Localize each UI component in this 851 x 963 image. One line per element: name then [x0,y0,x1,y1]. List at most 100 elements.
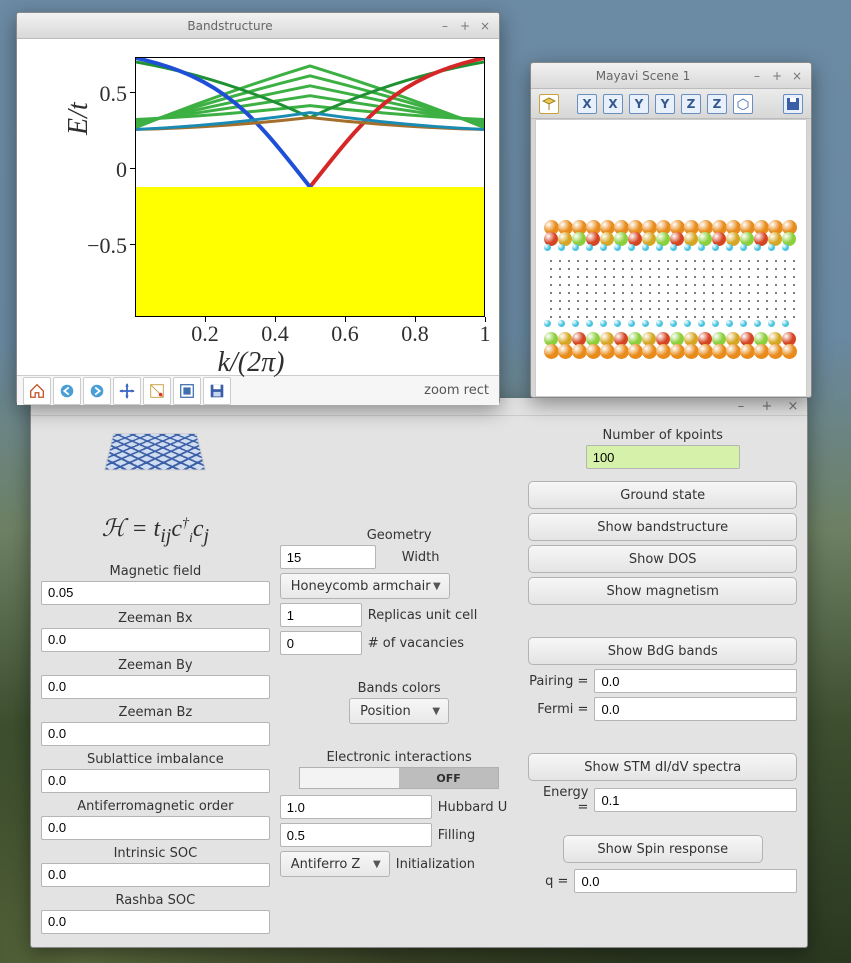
fermi-input[interactable] [594,697,797,721]
initialization-combo[interactable]: Antiferro Z ▼ [280,851,390,877]
atom [656,244,663,251]
field-dot [757,276,759,278]
field-dot [595,268,597,270]
close-icon[interactable]: × [477,19,493,33]
ground-state-button[interactable]: Ground state [528,481,797,509]
zoom-icon[interactable] [143,377,171,405]
field-dot [631,308,633,310]
filling-input[interactable] [280,823,432,847]
q-input[interactable] [574,869,797,893]
control-panel-window: – + × ℋ = tijc†icj Magnetic field Zeeman… [30,398,808,948]
show-stm-button[interactable]: Show STM dI/dV spectra [528,753,797,781]
atom [642,344,657,359]
xlabel: k/(2π) [17,347,485,379]
rashba-input[interactable] [41,910,270,934]
close-icon[interactable]: × [789,69,805,83]
zeeman-bx-input[interactable] [41,628,270,652]
view-x-plus-icon[interactable]: X [577,94,597,114]
isoc-input[interactable] [41,863,270,887]
bandstructure-titlebar[interactable]: Bandstructure – + × [17,13,499,39]
vacancies-input[interactable] [280,631,362,655]
zeeman-by-input[interactable] [41,675,270,699]
atom [544,344,559,359]
maximize-icon[interactable]: + [457,19,473,33]
show-spin-button[interactable]: Show Spin response [563,835,763,863]
magnetic-field-input[interactable] [41,581,270,605]
home-icon[interactable] [23,377,51,405]
kpoints-input[interactable] [586,445,740,469]
field-dot [631,316,633,318]
hubbard-input[interactable] [280,795,432,819]
field-dot [586,292,588,294]
panel-col1: ℋ = tijc†icj Magnetic field Zeeman Bx Ze… [41,422,270,934]
forward-icon[interactable] [83,377,111,405]
view-y-plus-icon[interactable]: Y [629,94,649,114]
atom [754,244,761,251]
back-icon[interactable] [53,377,81,405]
panel-col3: Number of kpoints Ground state Show band… [528,422,797,934]
show-bandstructure-button[interactable]: Show bandstructure [528,513,797,541]
replicas-input[interactable] [280,603,362,627]
mayavi-titlebar[interactable]: Mayavi Scene 1 – + × [531,63,811,89]
field-dot [703,260,705,262]
subplots-icon[interactable] [173,377,201,405]
bands-colors-combo[interactable]: Position ▼ [349,698,449,724]
view-y-minus-icon[interactable]: Y [655,94,675,114]
view-x-minus-icon[interactable]: X [603,94,623,114]
field-dot [748,316,750,318]
atom [670,244,677,251]
field-dot [550,260,552,262]
field-dot [622,276,624,278]
field-dot [550,308,552,310]
show-bdg-button[interactable]: Show BdG bands [528,637,797,665]
field-dot [649,284,651,286]
show-magnetism-button[interactable]: Show magnetism [528,577,797,605]
atom [600,244,607,251]
field-dot [550,300,552,302]
mayavi-3d-scene[interactable] [535,119,807,397]
field-dot [730,300,732,302]
hubbard-label: Hubbard U [438,800,508,815]
field-dot [757,292,759,294]
field-dot [559,268,561,270]
energy-input[interactable] [594,788,797,812]
field-dot [793,260,795,262]
afm-input[interactable] [41,816,270,840]
field-dot [559,292,561,294]
close-icon[interactable]: × [785,399,801,414]
atom [698,344,713,359]
minimize-icon[interactable]: – [437,19,453,33]
save-scene-icon[interactable] [783,94,803,114]
view-z-minus-icon[interactable]: Z [707,94,727,114]
pairing-input[interactable] [594,669,797,693]
field-dot [613,292,615,294]
field-dot [694,276,696,278]
maximize-icon[interactable]: + [759,399,775,414]
show-dos-button[interactable]: Show DOS [528,545,797,573]
field-dot [766,260,768,262]
field-dot [649,292,651,294]
field-dot [766,284,768,286]
atom [572,244,579,251]
field-dot [784,260,786,262]
zeeman-bz-input[interactable] [41,722,270,746]
minimize-icon[interactable]: – [749,69,765,83]
bandstructure-plot[interactable]: 0.5 0 −0.5 0.2 0.4 0.6 0.8 1 E/t k/(2π) [17,39,499,375]
view-iso-icon[interactable] [539,94,559,114]
sublattice-input[interactable] [41,769,270,793]
pan-icon[interactable] [113,377,141,405]
lattice-combo[interactable]: Honeycomb armchair ▼ [280,573,450,599]
eint-toggle[interactable]: OFF [299,767,499,789]
field-dot [793,308,795,310]
width-input[interactable] [280,545,376,569]
field-dot [703,284,705,286]
field-dot [613,308,615,310]
field-dot [784,308,786,310]
wireframe-icon[interactable] [733,94,753,114]
minimize-icon[interactable]: – [733,399,749,414]
field-dot [757,300,759,302]
save-icon[interactable] [203,377,231,405]
plot-axes[interactable] [135,57,485,317]
view-z-plus-icon[interactable]: Z [681,94,701,114]
maximize-icon[interactable]: + [769,69,785,83]
